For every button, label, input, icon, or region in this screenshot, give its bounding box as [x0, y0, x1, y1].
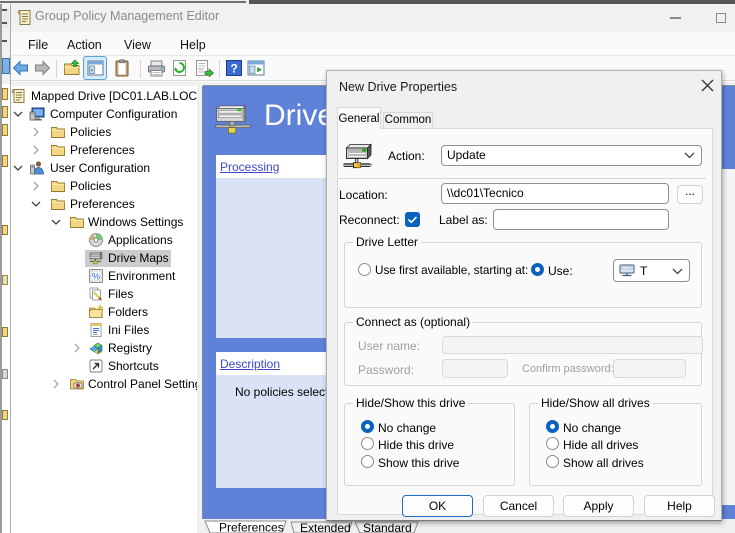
svg-text:Preferences: Preferences [219, 521, 284, 533]
svg-text:Standard: Standard [363, 521, 412, 533]
svg-text:%: % [92, 272, 100, 282]
svg-text:Extended: Extended [300, 521, 351, 533]
svg-text:?: ? [231, 62, 238, 76]
